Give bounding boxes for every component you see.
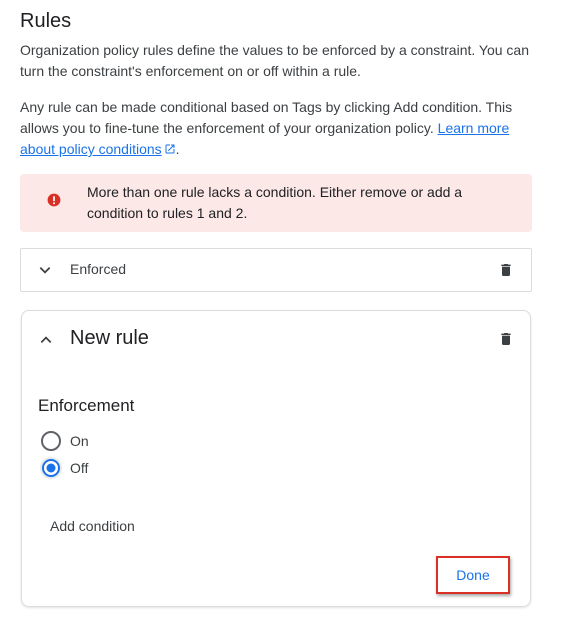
delete-icon[interactable] <box>498 331 514 347</box>
radio-on-label: On <box>70 433 89 449</box>
radio-on[interactable]: On <box>40 430 89 452</box>
chevron-up-icon[interactable] <box>39 333 53 347</box>
rule-row-enforced[interactable]: Enforced <box>20 248 532 292</box>
done-button[interactable]: Done <box>456 567 489 583</box>
delete-icon[interactable] <box>498 262 514 278</box>
add-condition-button[interactable]: Add condition <box>50 518 135 534</box>
period: . <box>175 141 180 157</box>
rule-card-title: New rule <box>70 327 149 349</box>
radio-unchecked-icon[interactable] <box>40 430 62 452</box>
chevron-down-icon[interactable] <box>38 263 52 277</box>
rule-card-new: New rule Enforcement On Off Add conditio… <box>21 310 531 607</box>
rules-description: Organization policy rules define the val… <box>20 42 529 79</box>
alert-message: More than one rule lacks a condition. Ei… <box>87 184 463 221</box>
done-highlight-box: Done <box>436 556 510 594</box>
error-alert: More than one rule lacks a condition. Ei… <box>20 174 532 232</box>
section-title-rules: Rules <box>20 10 72 32</box>
error-icon <box>47 193 61 207</box>
enforcement-heading: Enforcement <box>38 396 135 415</box>
radio-checked-icon[interactable] <box>40 457 62 479</box>
radio-off[interactable]: Off <box>40 457 88 479</box>
rules-conditional-description: Any rule can be made conditional based o… <box>20 97 540 160</box>
rule-label: Enforced <box>70 261 127 277</box>
radio-off-label: Off <box>70 460 89 476</box>
external-link-icon[interactable] <box>164 143 176 155</box>
